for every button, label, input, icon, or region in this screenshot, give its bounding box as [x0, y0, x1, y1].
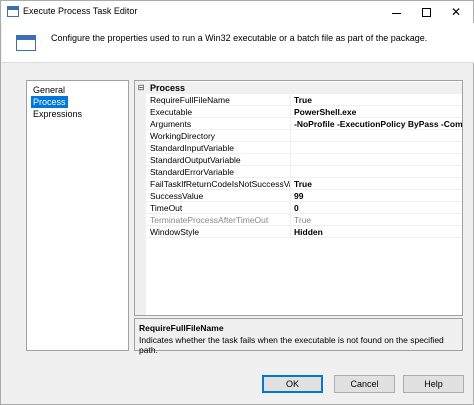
category-row-process[interactable]: ⊟ Process	[135, 82, 462, 94]
property-row-standardinputvariable[interactable]: StandardInputVariable	[146, 142, 462, 154]
cancel-button[interactable]: Cancel	[334, 375, 395, 393]
help-button[interactable]: Help	[403, 375, 464, 393]
page-navigation-list: General Process Expressions	[26, 80, 129, 351]
minimize-button[interactable]	[381, 1, 411, 23]
property-name: RequireFullFileName	[150, 94, 291, 106]
property-value[interactable]	[294, 166, 462, 178]
property-value[interactable]	[294, 130, 462, 142]
property-row-requirefullfilename[interactable]: RequireFullFileName True	[146, 94, 462, 106]
property-name: Executable	[150, 106, 291, 118]
property-value[interactable]: 0	[294, 202, 462, 214]
property-value[interactable]	[294, 142, 462, 154]
category-label: Process	[150, 83, 186, 93]
nav-item-expressions[interactable]: Expressions	[31, 108, 84, 120]
property-row-standarderrorvariable[interactable]: StandardErrorVariable	[146, 166, 462, 178]
property-grid: ⊟ Process RequireFullFileName True Execu…	[134, 80, 463, 316]
property-description-panel: RequireFullFileName Indicates whether th…	[134, 318, 463, 355]
property-name: Arguments	[150, 118, 291, 130]
property-value[interactable]	[294, 154, 462, 166]
maximize-button[interactable]	[411, 1, 441, 23]
property-row-executable[interactable]: Executable PowerShell.exe	[146, 106, 462, 118]
property-row-successvalue[interactable]: SuccessValue 99	[146, 190, 462, 202]
property-row-terminateprocessaftertimeout[interactable]: TerminateProcessAfterTimeOut True	[146, 214, 462, 226]
description-title: RequireFullFileName	[139, 323, 224, 333]
property-name: StandardErrorVariable	[150, 166, 291, 178]
maximize-icon	[421, 7, 431, 17]
header-band: Configure the properties used to run a W…	[2, 23, 474, 63]
property-name: SuccessValue	[150, 190, 291, 202]
property-name: WorkingDirectory	[150, 130, 291, 142]
header-description: Configure the properties used to run a W…	[51, 33, 428, 43]
property-value[interactable]: True	[294, 94, 462, 106]
close-button[interactable]: ✕	[441, 1, 471, 23]
title-bar[interactable]: Execute Process Task Editor ✕	[1, 1, 473, 23]
property-name: TerminateProcessAfterTimeOut	[150, 214, 291, 226]
grid-margin	[135, 81, 146, 315]
property-value[interactable]: 99	[294, 190, 462, 202]
property-value[interactable]: Hidden	[294, 226, 462, 238]
close-icon: ✕	[450, 5, 462, 19]
app-window-icon	[7, 6, 19, 17]
property-row-workingdirectory[interactable]: WorkingDirectory	[146, 130, 462, 142]
property-row-standardoutputvariable[interactable]: StandardOutputVariable	[146, 154, 462, 166]
property-row-timeout[interactable]: TimeOut 0	[146, 202, 462, 214]
property-value[interactable]: PowerShell.exe	[294, 106, 462, 118]
property-value[interactable]: -NoProfile -ExecutionPolicy ByPass -Comm…	[294, 118, 462, 130]
task-editor-icon	[16, 35, 36, 51]
property-name: FailTaskIfReturnCodeIsNotSuccessValue	[150, 178, 291, 190]
ok-button[interactable]: OK	[262, 375, 323, 393]
minimize-icon	[391, 12, 401, 14]
property-name: StandardInputVariable	[150, 142, 291, 154]
property-row-arguments[interactable]: Arguments -NoProfile -ExecutionPolicy By…	[146, 118, 462, 130]
property-value: True	[294, 215, 312, 225]
property-name: TimeOut	[150, 202, 291, 214]
window-title: Execute Process Task Editor	[23, 6, 138, 16]
property-name: StandardOutputVariable	[150, 154, 291, 166]
nav-item-general[interactable]: General	[31, 84, 67, 96]
collapse-icon[interactable]: ⊟	[137, 84, 145, 92]
property-row-failtaskifreturncode[interactable]: FailTaskIfReturnCodeIsNotSuccessValue Tr…	[146, 178, 462, 190]
description-text: Indicates whether the task fails when th…	[139, 335, 444, 355]
nav-item-process[interactable]: Process	[31, 96, 68, 108]
property-row-windowstyle[interactable]: WindowStyle Hidden	[146, 226, 462, 238]
property-value[interactable]: True	[294, 178, 462, 190]
property-name: WindowStyle	[150, 226, 291, 238]
dialog-window: Execute Process Task Editor ✕ Configure …	[0, 0, 474, 405]
